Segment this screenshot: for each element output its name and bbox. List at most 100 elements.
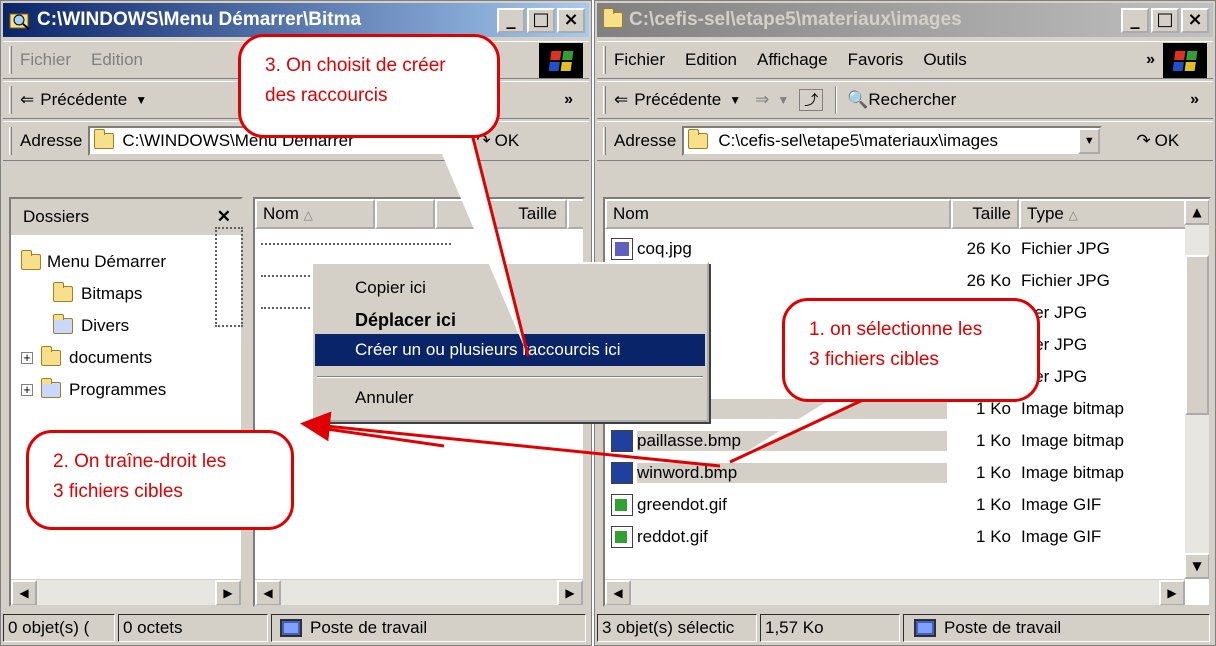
menu-edition[interactable]: Edition: [91, 50, 143, 70]
toolbar-overflow-icon[interactable]: »: [1190, 91, 1199, 109]
windows-logo: [1163, 43, 1207, 78]
status-object-count: 0 objet(s) (: [3, 614, 115, 642]
scroll-left-icon[interactable]: ◀: [11, 580, 37, 605]
file-row[interactable]: coq.jpg 26 Ko Fichier JPG: [611, 233, 1185, 265]
left-title-bar[interactable]: C:\WINDOWS\Menu Démarrer\Bitma _ □ ×: [3, 3, 589, 37]
minimize-button[interactable]: _: [497, 8, 525, 33]
menu-outils[interactable]: Outils: [923, 50, 966, 70]
gif-file-icon: [611, 494, 633, 516]
minimize-button[interactable]: _: [1121, 8, 1149, 33]
forward-button-icon[interactable]: ⇒: [755, 90, 769, 110]
go-button[interactable]: OK: [495, 131, 520, 151]
scroll-thumb[interactable]: [1185, 255, 1209, 415]
back-dropdown-icon[interactable]: ▼: [135, 93, 147, 107]
jpg-file-icon: [611, 238, 633, 260]
file-row[interactable]: reddot.gif 1 Ko Image GIF: [611, 521, 1185, 553]
scroll-down-icon[interactable]: ▼: [1184, 553, 1209, 579]
computer-icon: [914, 619, 936, 637]
scroll-left-icon[interactable]: ◀: [605, 580, 631, 605]
menu-copier-ici[interactable]: Copier ici: [315, 272, 705, 304]
file-row[interactable]: winword.bmp 1 Ko Image bitmap: [611, 457, 1185, 489]
scroll-right-icon[interactable]: ▶: [557, 580, 583, 605]
menu-creer-raccourcis[interactable]: Créer un ou plusieurs raccourcis ici: [315, 334, 705, 366]
address-label: Adresse: [614, 131, 677, 150]
special-folder-icon: [53, 314, 73, 334]
column-type[interactable]: Type △: [1019, 199, 1187, 229]
left-list-hscrollbar[interactable]: ◀ ▶: [255, 579, 583, 605]
close-button[interactable]: ×: [557, 8, 585, 33]
file-size: 1 Ko: [976, 399, 1011, 418]
file-type: Image GIF: [1021, 495, 1102, 514]
bmp-file-icon: [611, 430, 633, 452]
scroll-up-icon[interactable]: ▲: [1184, 199, 1209, 225]
tree-item-programmes[interactable]: + Programmes: [21, 375, 166, 405]
scroll-left-icon[interactable]: ◀: [255, 580, 281, 605]
file-size: 1 Ko: [976, 463, 1011, 482]
folder-icon: [41, 346, 61, 366]
file-row[interactable]: paillasse.bmp 1 Ko Image bitmap: [611, 425, 1185, 457]
back-button[interactable]: Précédente: [634, 90, 721, 110]
folders-pane: Dossiers ✕ Menu Démarrer Bitmaps Divers …: [9, 197, 243, 607]
special-folder-icon: [41, 378, 61, 398]
menu-overflow-icon[interactable]: »: [1146, 51, 1155, 69]
gif-file-icon: [611, 526, 633, 548]
file-name: greendot.gif: [637, 495, 727, 514]
file-type: Image bitmap: [1021, 399, 1124, 418]
expand-icon[interactable]: +: [21, 383, 33, 396]
file-type: Fichier JPG: [1021, 271, 1110, 290]
expand-icon[interactable]: +: [21, 351, 33, 364]
menu-favoris[interactable]: Favoris: [848, 50, 904, 70]
file-size: 26 Ko: [966, 239, 1011, 258]
right-vscrollbar[interactable]: ▲ ▼: [1184, 199, 1209, 579]
menu-affichage[interactable]: Affichage: [757, 50, 828, 70]
status-size: 0 octets: [118, 614, 268, 642]
drag-context-menu: Copier ici Déplacer ici Créer un ou plus…: [311, 262, 709, 422]
menu-separator: [317, 376, 703, 378]
folder-open-icon: [53, 282, 73, 302]
right-address-input[interactable]: C:\cefis-sel\etape5\materiaux\images ▼: [682, 126, 1103, 156]
back-dropdown-icon[interactable]: ▼: [729, 93, 741, 107]
menu-annuler[interactable]: Annuler: [315, 382, 705, 414]
status-size: 1,57 Ko: [760, 614, 900, 642]
address-value: C:\cefis-sel\etape5\materiaux\images: [718, 131, 999, 150]
file-row[interactable]: greendot.gif 1 Ko Image GIF: [611, 489, 1185, 521]
column-blank[interactable]: [375, 199, 435, 229]
back-button[interactable]: Précédente: [40, 90, 127, 110]
scroll-right-icon[interactable]: ▶: [1159, 580, 1185, 605]
right-title-bar[interactable]: C:\cefis-sel\etape5\materiaux\images _ □…: [597, 3, 1213, 37]
go-button[interactable]: OK: [1155, 131, 1180, 151]
column-taille[interactable]: Taille: [951, 199, 1019, 229]
status-object-count: 3 objet(s) sélectic: [597, 614, 757, 642]
address-dropdown-icon[interactable]: ▼: [1078, 128, 1101, 154]
toolbar-overflow-icon[interactable]: »: [564, 91, 573, 109]
up-folder-icon[interactable]: ⤴: [799, 89, 824, 111]
search-icon: 🔍: [847, 90, 869, 109]
right-status-bar: 3 objet(s) sélectic 1,57 Ko Poste de tra…: [597, 613, 1213, 643]
maximize-button[interactable]: □: [1151, 8, 1179, 33]
scroll-right-icon[interactable]: ▶: [215, 580, 241, 605]
folders-hscrollbar[interactable]: ◀ ▶: [11, 579, 241, 605]
file-name: coq.jpg: [637, 239, 692, 258]
menu-fichier[interactable]: Fichier: [20, 50, 71, 70]
forward-dropdown-icon[interactable]: ▼: [777, 93, 789, 107]
close-button[interactable]: ×: [1181, 8, 1209, 33]
bmp-file-icon: [611, 462, 633, 484]
status-zone: Poste de travail: [903, 614, 1210, 642]
tree-item-divers[interactable]: Divers: [53, 311, 129, 341]
folder-icon: [688, 129, 709, 149]
menu-deplacer-ici[interactable]: Déplacer ici: [315, 304, 705, 336]
column-nom[interactable]: Nom: [605, 199, 951, 229]
tree-item-menu-demarrer[interactable]: Menu Démarrer: [21, 247, 166, 277]
menu-edition[interactable]: Edition: [685, 50, 737, 70]
folder-icon: [603, 8, 623, 28]
menu-fichier[interactable]: Fichier: [614, 50, 665, 70]
column-taille[interactable]: Taille: [435, 199, 567, 229]
maximize-button[interactable]: □: [527, 8, 555, 33]
tree-item-bitmaps[interactable]: Bitmaps: [53, 279, 142, 309]
search-button[interactable]: Rechercher: [868, 90, 956, 110]
folder-icon: [21, 250, 41, 270]
column-nom[interactable]: Nom △: [255, 199, 375, 229]
tree-item-documents[interactable]: + documents: [21, 343, 152, 373]
right-hscrollbar[interactable]: ◀ ▶: [605, 579, 1185, 605]
file-type: Image bitmap: [1021, 463, 1124, 482]
